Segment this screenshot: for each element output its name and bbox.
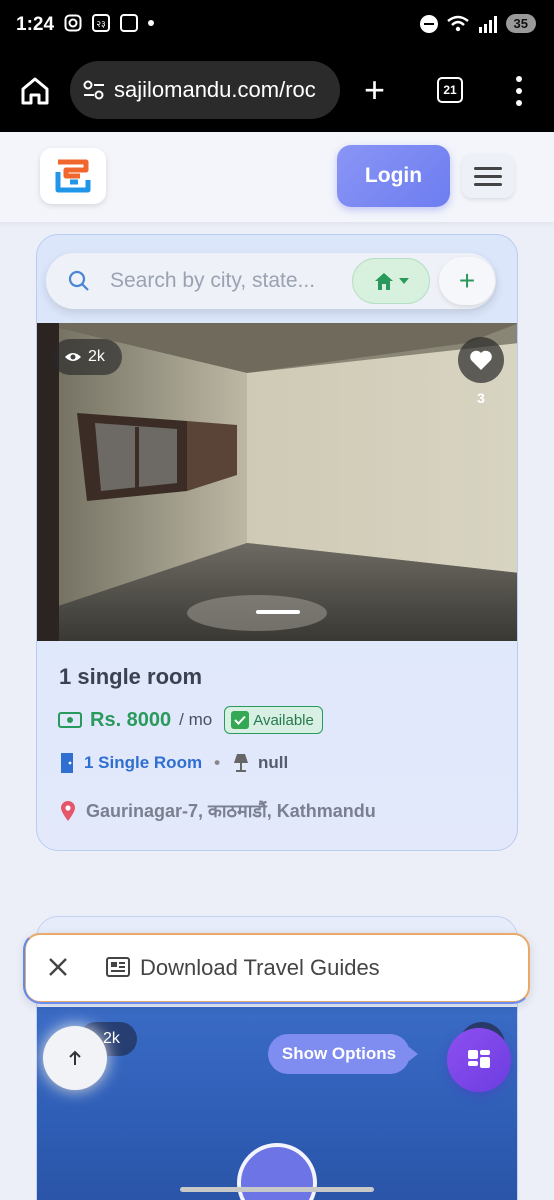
check-icon xyxy=(231,711,250,729)
url-text[interactable]: sajilomandu.com/roc xyxy=(114,77,316,103)
close-icon[interactable] xyxy=(46,955,70,979)
status-bar: 1:24 २३ 35 xyxy=(0,0,554,52)
heart-icon xyxy=(470,350,492,370)
download-guides-banner[interactable]: Download Travel Guides xyxy=(23,932,531,1004)
newspaper-icon xyxy=(106,957,130,977)
tabs-button[interactable]: 21 xyxy=(437,77,463,103)
status-notifications: २३ xyxy=(64,14,154,32)
notification-badge: २३ xyxy=(92,14,110,32)
favorite-count: 3 xyxy=(477,390,485,406)
listing-location: Gaurinagar-7, काठमाडौं, Kathmandu xyxy=(86,801,376,821)
status-badge: Available xyxy=(224,706,323,734)
browser-menu-button[interactable] xyxy=(512,76,526,106)
search-bar: + xyxy=(46,253,496,309)
lamp-icon xyxy=(234,754,249,772)
location-row: Gaurinagar-7, काठमाडौं, Kathmandu xyxy=(60,799,376,823)
house-filter-icon xyxy=(375,273,393,290)
room-type[interactable]: 1 Single Room xyxy=(84,753,202,773)
location-pin-icon xyxy=(61,801,75,821)
hamburger-menu-button[interactable] xyxy=(462,154,514,198)
room-info-row: 1 Single Room • null xyxy=(58,752,288,774)
banner-text[interactable]: Download Travel Guides xyxy=(140,955,380,981)
chevron-down-icon xyxy=(399,278,409,284)
carousel-indicator xyxy=(256,610,300,614)
battery-indicator: 35 xyxy=(505,14,536,33)
price-period: / mo xyxy=(179,710,213,729)
site-logo[interactable] xyxy=(40,148,106,204)
scroll-to-top-button[interactable] xyxy=(43,1026,107,1090)
cash-icon xyxy=(58,712,82,728)
gesture-bar xyxy=(180,1187,374,1192)
view-count: 2k xyxy=(88,348,105,365)
info-separator: • xyxy=(214,753,221,772)
screenshot-icon xyxy=(120,14,138,32)
new-tab-button[interactable]: + xyxy=(364,72,385,108)
search-input[interactable] xyxy=(110,265,338,297)
address-bar[interactable]: sajilomandu.com/roc xyxy=(70,61,340,119)
favorite-button[interactable] xyxy=(458,337,504,383)
door-icon xyxy=(61,753,73,773)
browser-toolbar: sajilomandu.com/roc + 21 xyxy=(0,52,554,132)
furnishing-value: null xyxy=(258,753,289,772)
options-icon xyxy=(468,1050,490,1068)
instagram-icon xyxy=(64,14,82,32)
options-fab-button[interactable] xyxy=(447,1028,511,1092)
plus-icon: + xyxy=(458,265,476,296)
home-icon[interactable] xyxy=(18,74,52,108)
show-options-tooltip[interactable]: Show Options xyxy=(268,1034,410,1074)
view-count-badge: 2k xyxy=(52,339,122,375)
signal-icon xyxy=(478,15,497,33)
status-system-icons: 35 xyxy=(419,14,536,33)
dnd-icon xyxy=(419,14,438,33)
more-notifications-dot xyxy=(148,20,154,26)
hamburger-icon xyxy=(474,167,502,170)
wifi-icon xyxy=(446,15,469,31)
listing-title[interactable]: 1 single room xyxy=(59,664,202,690)
eye-icon xyxy=(65,353,81,361)
property-type-filter[interactable] xyxy=(352,258,430,304)
site-header: Login xyxy=(0,132,554,222)
status-time: 1:24 xyxy=(16,14,55,35)
search-icon xyxy=(68,270,89,291)
arrow-up-icon xyxy=(69,1050,81,1065)
status-text: Available xyxy=(253,711,314,729)
tooltip-arrow xyxy=(409,1047,418,1061)
site-settings-icon[interactable] xyxy=(82,79,106,101)
login-button[interactable]: Login xyxy=(337,145,450,207)
add-listing-button[interactable]: + xyxy=(439,257,495,305)
logo-icon xyxy=(55,159,91,193)
listing-price: Rs. 8000 xyxy=(90,708,172,731)
price-row: Rs. 8000 / mo Available xyxy=(58,706,323,734)
